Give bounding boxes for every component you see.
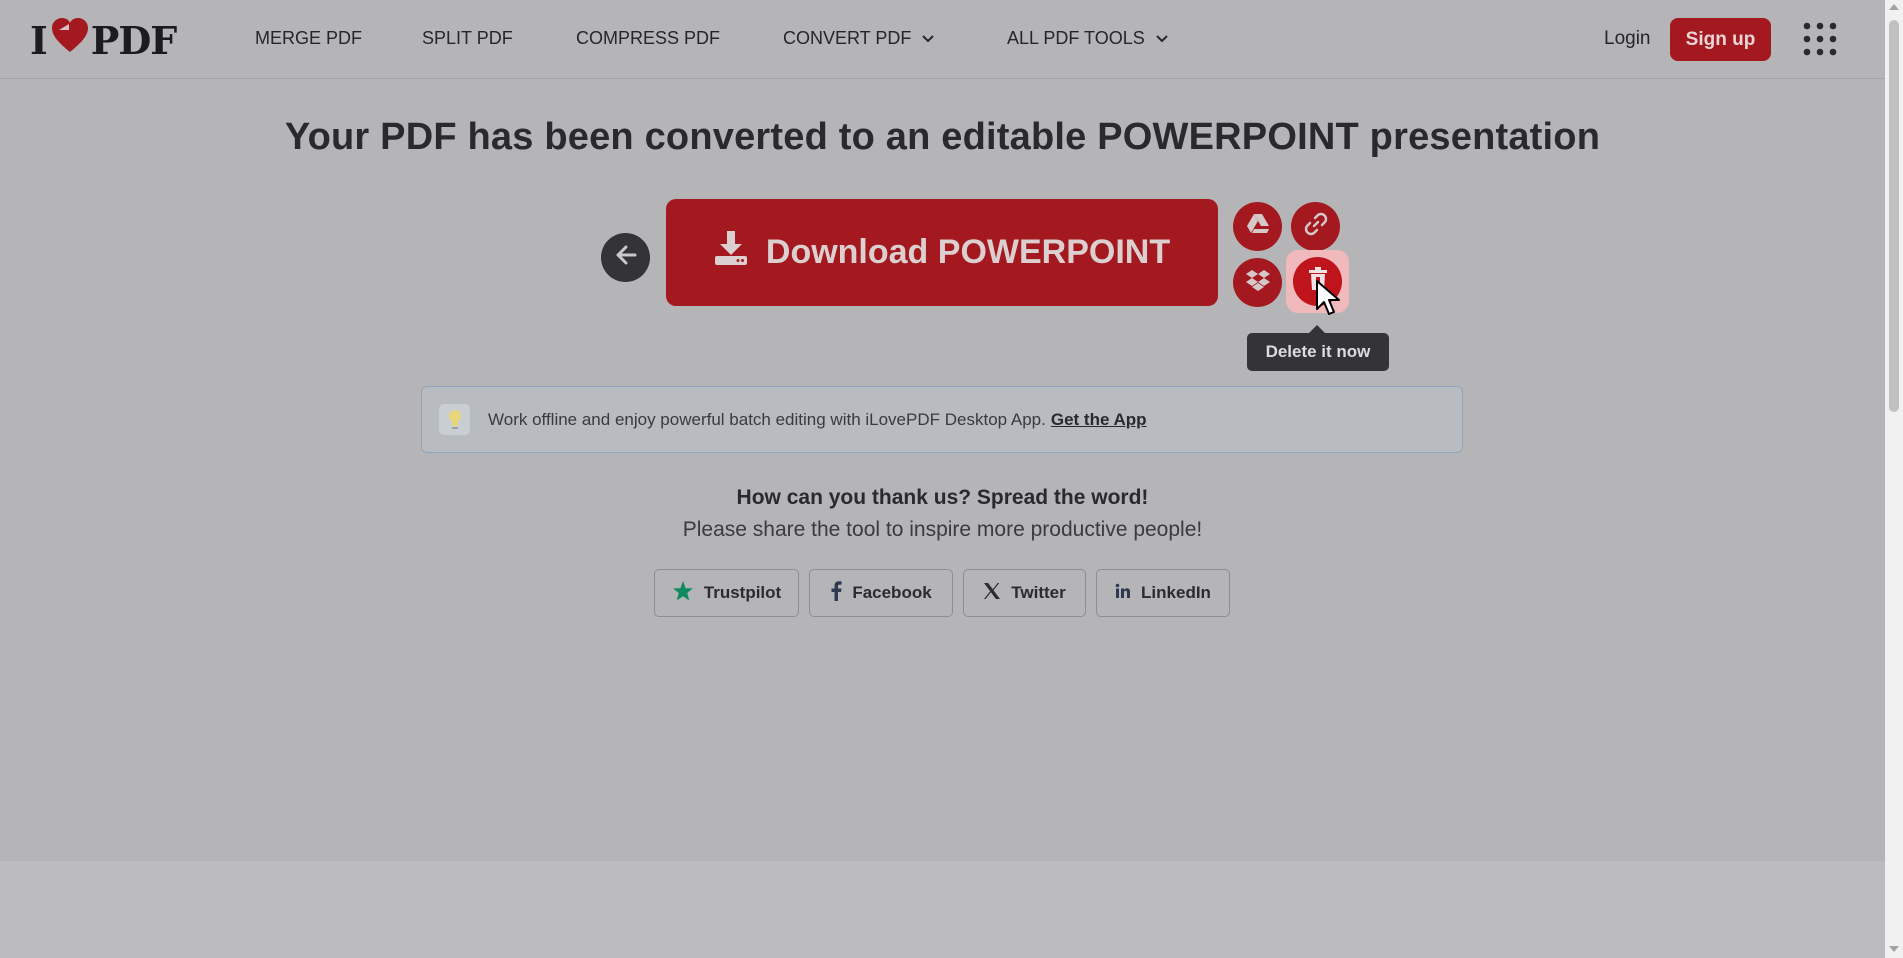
share-twitter-button[interactable]: Twitter [963,569,1086,617]
back-button[interactable] [601,233,650,282]
chevron-down-icon [1155,28,1169,49]
page-scrollbar[interactable] [1885,0,1903,958]
page-title: Your PDF has been converted to an editab… [284,116,1601,158]
link-icon [1304,212,1328,241]
download-button[interactable]: Download POWERPOINT [666,199,1218,306]
share-facebook-button[interactable]: Facebook [809,569,953,617]
download-icon [714,230,748,275]
get-the-app-link[interactable]: Get the App [1051,410,1147,430]
google-drive-icon [1246,213,1270,240]
footer-area [0,861,1885,958]
x-icon [983,582,1001,605]
share-trustpilot-button[interactable]: Trustpilot [654,569,799,617]
linkedin-icon [1115,583,1131,604]
chevron-down-icon [921,28,935,49]
nav-merge-pdf[interactable]: MERGE PDF [255,28,362,49]
share-label: Facebook [852,583,932,602]
nav-label: ALL PDF TOOLS [1007,28,1145,48]
share-subheading: Please share the tool to inspire more pr… [682,518,1203,541]
dropbox-icon [1245,269,1270,296]
scroll-down-arrow-icon[interactable] [1889,946,1899,952]
facebook-icon [830,580,842,606]
login-link[interactable]: Login [1604,28,1651,50]
scrollbar-thumb[interactable] [1889,20,1899,412]
banner-text: Work offline and enjoy powerful batch ed… [488,409,1046,429]
dropbox-button[interactable] [1233,258,1282,307]
lightbulb-icon [439,404,470,435]
delete-tooltip: Delete it now [1247,325,1389,371]
share-label: LinkedIn [1141,583,1211,602]
ilovepdf-logo[interactable]: I PDF [30,17,178,63]
share-label: Trustpilot [703,583,782,602]
nav-label: CONVERT PDF [783,28,912,48]
arrow-left-icon [615,245,637,270]
mouse-cursor-icon [1315,279,1345,317]
heart-icon [51,17,89,63]
star-icon [672,580,694,607]
google-drive-button[interactable] [1233,202,1282,251]
nav-split-pdf[interactable]: SPLIT PDF [422,28,513,49]
nav-label: MERGE PDF [255,28,363,48]
logo-prefix: I [30,17,48,63]
share-heading: How can you thank us? Spread the word! [736,486,1149,509]
copy-link-button[interactable] [1291,202,1340,251]
top-navbar: I PDF MERGE PDF SPLIT PDF COMPRESS PDF C… [0,0,1885,79]
nav-label: SPLIT PDF [422,28,513,48]
share-label: Twitter [1011,583,1066,602]
signup-button[interactable]: Sign up [1670,18,1771,61]
nav-all-pdf-tools[interactable]: ALL PDF TOOLS [1007,28,1169,49]
desktop-app-banner: Work offline and enjoy powerful batch ed… [421,386,1463,453]
share-linkedin-button[interactable]: LinkedIn [1096,569,1230,617]
logo-suffix: PDF [90,17,178,63]
nav-compress-pdf[interactable]: COMPRESS PDF [576,28,720,49]
scroll-up-arrow-icon[interactable] [1889,4,1899,10]
nav-convert-pdf[interactable]: CONVERT PDF [783,28,935,49]
nav-label: COMPRESS PDF [576,28,721,48]
download-label: Download POWERPOINT [765,233,1171,271]
apps-grid-icon[interactable] [1803,21,1837,57]
